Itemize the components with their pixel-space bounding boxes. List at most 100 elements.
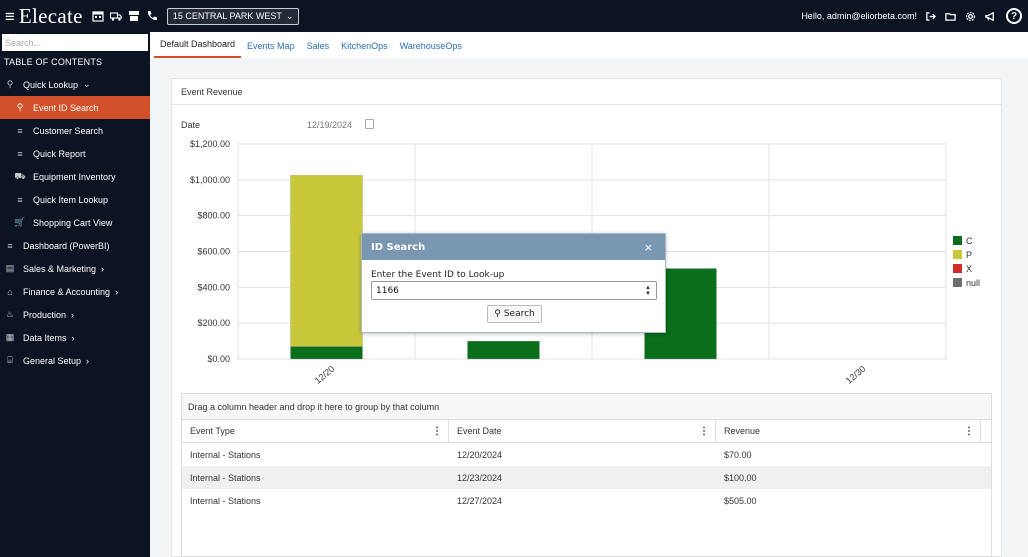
x-tick-label: 12/30 <box>844 364 868 386</box>
sidebar-item-general-setup[interactable]: ⌸ General Setup › <box>0 349 150 372</box>
register-icon: ▤ <box>5 263 15 273</box>
table-cell: $100.00 <box>724 472 757 483</box>
sidebar-item-label: Shopping Cart View <box>33 217 113 228</box>
search-icon: ⚲ <box>494 309 501 319</box>
sidebar-item-label: Production <box>23 309 67 320</box>
calendar-picker-icon[interactable] <box>365 119 374 129</box>
tab-kitchenops[interactable]: KitchenOps <box>335 41 394 58</box>
location-dropdown[interactable]: 15 CENTRAL PARK WEST ⌄ <box>166 7 300 25</box>
table-cell: 12/23/2024 <box>457 472 503 483</box>
sidebar-search-input[interactable] <box>2 34 148 51</box>
register-icon[interactable] <box>128 10 140 22</box>
x-tick-label: 12/20 <box>313 364 337 386</box>
sidebar-items: ⚲ Quick Lookup ⌄ ⚲ Event ID Search ≡ Customer … <box>0 73 150 372</box>
bar-c[interactable] <box>290 346 363 360</box>
tab-default-dashboard[interactable]: Default Dashboard <box>154 39 242 58</box>
grid-header: Event Type ⋮ Event Date ⋮ Revenue ⋮ <box>182 419 991 443</box>
sidebar-item-quick-lookup[interactable]: ⚲ Quick Lookup ⌄ <box>0 73 150 96</box>
sidebar-item-finance-accounting[interactable]: ⌂ Finance & Accounting › <box>0 280 150 303</box>
sidebar-item-label: Customer Search <box>33 125 104 136</box>
dashboard-tabs: Default Dashboard Events Map Sales KitchenO… <box>150 32 1028 58</box>
legend-swatch-p[interactable] <box>953 250 962 259</box>
logout-icon[interactable] <box>925 11 936 22</box>
sidebar: TABLE OF CONTENTS ⚲ Quick Lookup ⌄ ⚲ Event I… <box>0 32 150 557</box>
table-cell: Internal - Stations <box>190 472 261 483</box>
column-header-revenue[interactable]: Revenue ⋮ <box>716 419 981 443</box>
id-search-modal: ID Search × Enter the Event ID to Look-u… <box>361 233 666 333</box>
brand: ≡ Elecate <box>0 4 83 29</box>
chevron-right-icon: › <box>86 355 90 366</box>
y-tick-label: $200.00 <box>197 318 230 328</box>
table-row[interactable]: Internal - Stations 12/27/2024 $505.00 <box>182 489 991 512</box>
calendar-icon[interactable] <box>92 10 104 22</box>
legend-swatch-c[interactable] <box>953 236 962 245</box>
legend-swatch-null[interactable] <box>953 278 962 287</box>
modal-header: ID Search × <box>362 234 665 260</box>
event-id-label: Enter the Event ID to Look-up <box>371 270 505 280</box>
modal-title: ID Search <box>371 241 426 253</box>
legend-label-null: null <box>966 278 980 288</box>
event-grid: Drag a column header and drop it here to… <box>181 393 992 557</box>
setup-icon: ⌸ <box>7 355 13 365</box>
megaphone-icon[interactable] <box>985 11 996 22</box>
column-menu-icon[interactable]: ⋮ <box>699 426 709 437</box>
legend-label-c: C <box>966 236 973 246</box>
chevron-down-icon: ⌄ <box>285 10 294 21</box>
grid-body: Internal - Stations 12/20/2024 $70.00 Inter… <box>182 443 991 512</box>
phone-icon[interactable] <box>146 10 158 22</box>
number-stepper[interactable]: ▲ ▼ <box>640 282 656 299</box>
sidebar-item-dashboard-powerbi[interactable]: ≡ Dashboard (PowerBI) <box>0 234 150 257</box>
quick-icons <box>92 10 158 22</box>
sidebar-item-quick-report[interactable]: ≡ Quick Report <box>0 142 150 165</box>
sidebar-item-event-id-search[interactable]: ⚲ Event ID Search <box>0 96 150 119</box>
header-actions <box>925 11 996 22</box>
y-tick-label: $600.00 <box>197 247 230 257</box>
chef-icon: ♨ <box>5 309 15 319</box>
y-tick-label: $800.00 <box>197 211 230 221</box>
legend-swatch-x[interactable] <box>953 264 962 273</box>
folder-icon[interactable] <box>945 11 956 22</box>
gear-icon[interactable] <box>965 11 976 22</box>
date-label: Date <box>181 120 201 130</box>
sidebar-item-data-items[interactable]: ▦ Data Items › <box>0 326 150 349</box>
chevron-down-icon: ⌄ <box>83 79 91 89</box>
table-cell: $70.00 <box>724 449 752 460</box>
bar-p[interactable] <box>290 175 363 347</box>
hamburger-menu-icon[interactable]: ≡ <box>5 8 15 25</box>
sidebar-item-label: General Setup <box>23 355 82 366</box>
table-cell: 12/27/2024 <box>457 495 503 506</box>
sidebar-item-label: Data Items <box>23 332 67 343</box>
column-header-event-date[interactable]: Event Date ⋮ <box>449 419 716 443</box>
table-cell: Internal - Stations <box>190 495 261 506</box>
table-row[interactable]: Internal - Stations 12/20/2024 $70.00 <box>182 443 991 466</box>
stepper-down-icon[interactable]: ▼ <box>645 291 651 297</box>
sidebar-item-label: Dashboard (PowerBI) <box>23 240 110 251</box>
brand-name: Elecate <box>18 3 83 28</box>
bar-c[interactable] <box>467 340 540 360</box>
column-header-event-type[interactable]: Event Type ⋮ <box>182 419 449 443</box>
column-menu-icon[interactable]: ⋮ <box>964 426 974 437</box>
sidebar-item-shopping-cart-view[interactable]: 🛒 Shopping Cart View <box>0 211 150 234</box>
tab-warehouseops[interactable]: WarehouseOps <box>394 41 468 58</box>
sidebar-item-production[interactable]: ♨ Production › <box>0 303 150 326</box>
y-tick-label: $0.00 <box>207 354 230 364</box>
group-by-drop-zone[interactable]: Drag a column header and drop it here to… <box>182 394 991 420</box>
sidebar-item-customer-search[interactable]: ≡ Customer Search <box>0 119 150 142</box>
sidebar-item-quick-item-lookup[interactable]: ≡ Quick Item Lookup <box>0 188 150 211</box>
tab-events-map[interactable]: Events Map <box>241 41 301 58</box>
search-button[interactable]: ⚲ Search <box>487 305 542 323</box>
help-icon[interactable]: ? <box>1006 8 1022 24</box>
date-input[interactable]: 12/19/2024 <box>307 120 352 130</box>
sidebar-item-equipment-inventory[interactable]: ⛟ Equipment Inventory <box>0 165 150 188</box>
event-id-input[interactable] <box>371 281 657 300</box>
column-menu-icon[interactable]: ⋮ <box>432 426 442 437</box>
truck-icon[interactable] <box>109 10 122 22</box>
table-row[interactable]: Internal - Stations 12/23/2024 $100.00 <box>182 466 991 489</box>
close-icon[interactable]: × <box>644 241 653 254</box>
location-label: 15 CENTRAL PARK WEST <box>172 11 282 21</box>
data-icon: ▦ <box>5 332 15 342</box>
legend-label-p: P <box>966 250 972 260</box>
list-icon: ≡ <box>17 194 23 205</box>
sidebar-item-sales-marketing[interactable]: ▤ Sales & Marketing › <box>0 257 150 280</box>
tab-sales[interactable]: Sales <box>301 41 336 58</box>
